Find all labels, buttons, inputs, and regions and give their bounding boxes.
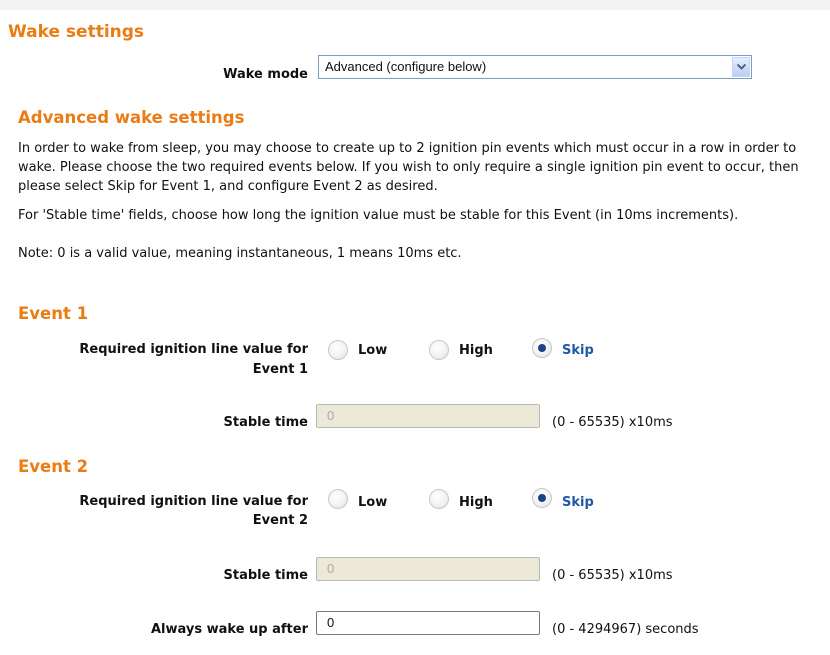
wake-mode-select[interactable]: Advanced (configure below) (318, 55, 752, 79)
event2-label-line1: Required ignition line value for (79, 494, 308, 509)
advanced-settings-title: Advanced wake settings (18, 108, 245, 127)
stable-time-note: Note: 0 is a valid value, meaning instan… (18, 246, 462, 261)
event1-stable-time-input[interactable]: 0 (316, 404, 540, 428)
dropdown-arrow-icon[interactable] (732, 57, 750, 77)
event1-stable-time-range: (0 - 65535) x10ms (552, 415, 673, 430)
event2-radio-high[interactable] (429, 489, 449, 509)
event1-stable-time-label: Stable time (223, 415, 309, 430)
settings-panel: Wake settings Wake mode Advanced (config… (0, 10, 830, 655)
event2-option-low[interactable]: Low (358, 495, 387, 510)
event2-option-skip[interactable]: Skip (562, 495, 594, 510)
event2-radio-low[interactable] (328, 489, 348, 509)
radio-selected-dot (538, 494, 546, 502)
wake-mode-label: Wake mode (223, 67, 308, 82)
event1-option-low[interactable]: Low (358, 343, 387, 358)
event2-label-line2: Event 2 (252, 513, 308, 528)
always-wake-input[interactable]: 0 (316, 611, 540, 635)
section-title: Wake settings (8, 22, 145, 42)
event1-label-line1: Required ignition line value for (79, 342, 308, 357)
event1-title: Event 1 (18, 304, 89, 323)
wake-mode-selected-value: Advanced (configure below) (325, 59, 487, 74)
stable-time-help-text: For 'Stable time' fields, choose how lon… (18, 208, 739, 223)
page: Wake settings Wake mode Advanced (config… (0, 0, 830, 655)
event1-radio-skip[interactable] (532, 338, 552, 358)
event1-label-line2: Event 1 (252, 362, 308, 377)
event1-radio-high[interactable] (429, 340, 449, 360)
event1-option-high[interactable]: High (459, 343, 493, 358)
event2-stable-time-range: (0 - 65535) x10ms (552, 568, 673, 583)
event2-stable-time-input[interactable]: 0 (316, 557, 540, 581)
always-wake-label: Always wake up after (150, 622, 308, 637)
event2-title: Event 2 (18, 457, 89, 476)
event2-option-high[interactable]: High (459, 495, 493, 510)
event1-radio-low[interactable] (328, 340, 348, 360)
advanced-intro-text: In order to wake from sleep, you may cho… (18, 141, 799, 194)
event1-option-skip[interactable]: Skip (562, 343, 594, 358)
always-wake-range: (0 - 4294967) seconds (552, 622, 699, 637)
event2-radio-skip[interactable] (532, 488, 552, 508)
event2-stable-time-label: Stable time (223, 568, 309, 583)
radio-selected-dot (538, 344, 546, 352)
